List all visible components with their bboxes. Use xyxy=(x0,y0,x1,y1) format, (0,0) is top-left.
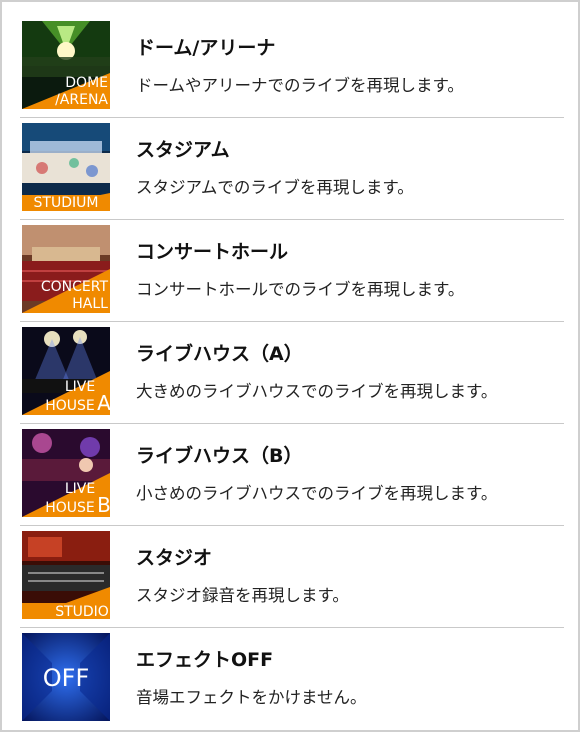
item-description: ドームやアリーナでのライブを再現します。 xyxy=(136,76,464,95)
thumb-label-live: LIVE xyxy=(65,481,95,497)
list-item-effect-off[interactable]: OFF エフェクトOFF 音場エフェクトをかけません。 xyxy=(20,628,564,729)
concert-hall-thumbnail: CONCERT HALL xyxy=(22,225,110,313)
list-item-live-house-a[interactable]: LIVE HOUSE A ライブハウス（A） 大きめのライブハウスでのライブを再… xyxy=(20,322,564,424)
thumb-label-house: HOUSE xyxy=(45,398,95,414)
thumb-label-b: B xyxy=(97,493,110,517)
item-description: 大きめのライブハウスでのライブを再現します。 xyxy=(136,382,498,401)
effect-off-thumbnail: OFF xyxy=(22,633,110,721)
list-item-stadium[interactable]: STUDIUM スタジアム スタジアムでのライブを再現します。 xyxy=(20,118,564,220)
thumb-label-off: OFF xyxy=(43,664,90,692)
stadium-thumbnail: STUDIUM xyxy=(22,123,110,211)
list-item-concert-hall[interactable]: CONCERT HALL コンサートホール コンサートホールでのライブを再現しま… xyxy=(20,220,564,322)
item-title: スタジアム xyxy=(136,139,230,161)
effect-list-panel: DOME /ARENA ドーム/アリーナ ドームやアリーナでのライブを再現します… xyxy=(0,0,580,732)
thumb-label-studium: STUDIUM xyxy=(34,195,99,211)
item-description: 音場エフェクトをかけません。 xyxy=(136,688,367,707)
item-title: エフェクトOFF xyxy=(136,649,274,671)
item-title: ライブハウス（A） xyxy=(136,343,303,365)
live-house-b-thumbnail: LIVE HOUSE B xyxy=(22,429,110,517)
studio-thumbnail: STUDIO xyxy=(22,531,110,619)
item-title: ドーム/アリーナ xyxy=(136,37,276,59)
list-item-live-house-b[interactable]: LIVE HOUSE B ライブハウス（B） 小さめのライブハウスでのライブを再… xyxy=(20,424,564,526)
dome-arena-thumbnail: DOME /ARENA xyxy=(22,21,110,109)
item-title: コンサートホール xyxy=(136,241,289,263)
thumb-label-live: LIVE xyxy=(65,379,95,395)
thumb-label-arena: /ARENA xyxy=(55,92,108,108)
item-title: ライブハウス（B） xyxy=(136,445,303,467)
item-description: スタジオ録音を再現します。 xyxy=(136,586,349,605)
sound-field-list: DOME /ARENA ドーム/アリーナ ドームやアリーナでのライブを再現します… xyxy=(20,16,564,729)
thumb-label-dome: DOME xyxy=(65,75,108,91)
item-description: コンサートホールでのライブを再現します。 xyxy=(136,280,465,299)
list-item-dome-arena[interactable]: DOME /ARENA ドーム/アリーナ ドームやアリーナでのライブを再現します… xyxy=(20,16,564,118)
item-title: スタジオ xyxy=(136,547,213,569)
item-description: スタジアムでのライブを再現します。 xyxy=(136,178,414,197)
thumb-label-concert: CONCERT xyxy=(41,279,109,295)
thumb-label-hall: HALL xyxy=(72,296,108,312)
thumb-label-studio: STUDIO xyxy=(55,604,109,619)
thumb-label-house: HOUSE xyxy=(45,500,95,516)
item-description: 小さめのライブハウスでのライブを再現します。 xyxy=(136,484,498,503)
live-house-a-thumbnail: LIVE HOUSE A xyxy=(22,327,110,415)
list-item-studio[interactable]: STUDIO スタジオ スタジオ録音を再現します。 xyxy=(20,526,564,628)
thumb-label-a: A xyxy=(97,391,110,415)
